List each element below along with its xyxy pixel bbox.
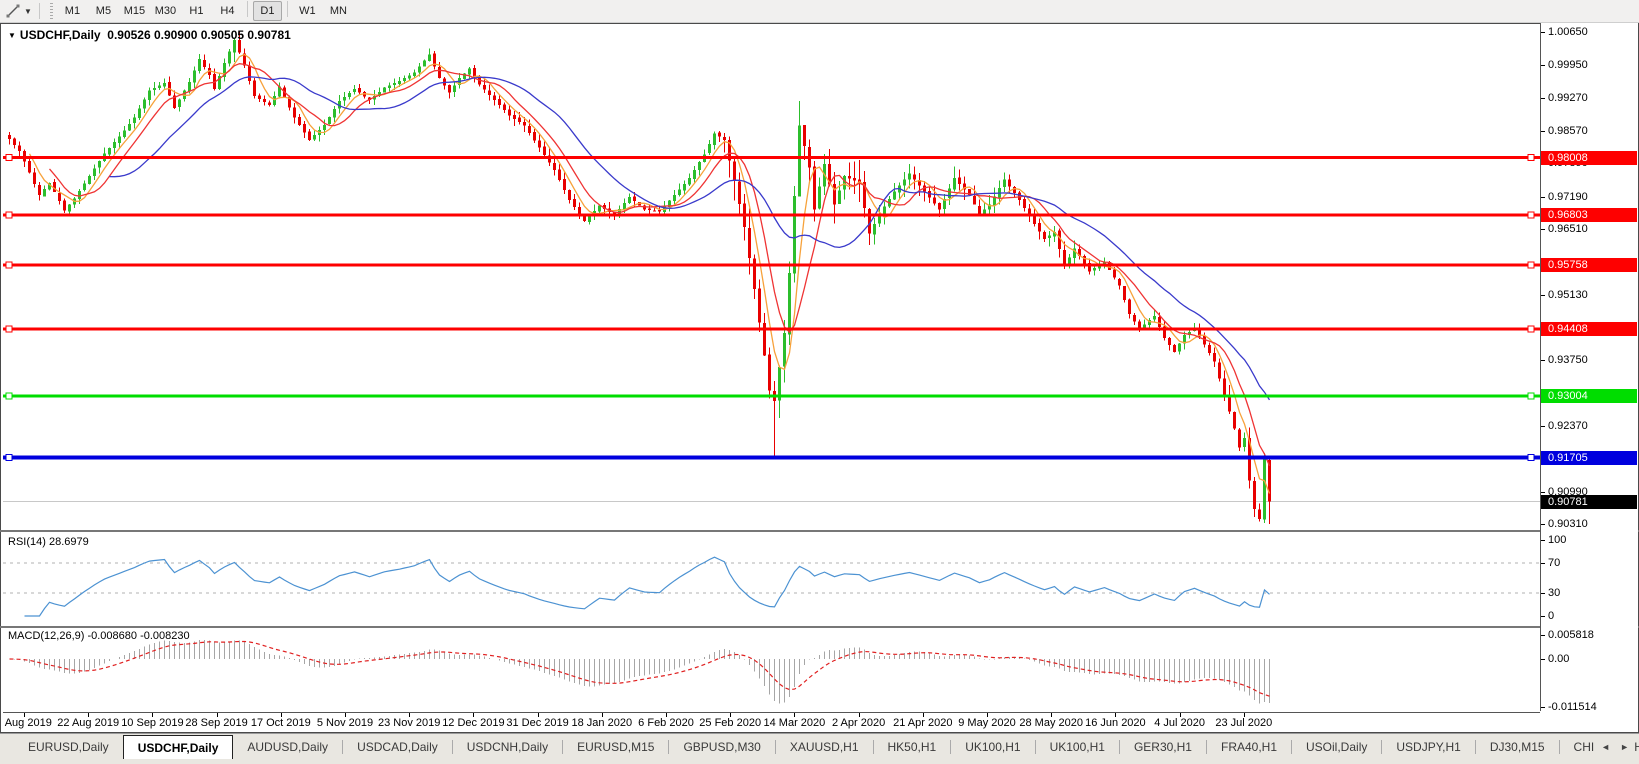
- date-tick-label: 23 Jul 2020: [1199, 717, 1289, 729]
- price-axis[interactable]: 1.006500.999500.992700.985700.978900.971…: [1541, 23, 1638, 711]
- macd-tick-label: -0.011514: [1548, 701, 1597, 713]
- tab-scroll-right-icon[interactable]: ►: [1620, 742, 1629, 752]
- chart-tab-hk50-h1[interactable]: HK50,H1: [874, 736, 951, 758]
- chart-tab-usdcad-daily[interactable]: USDCAD,Daily: [343, 736, 452, 758]
- chart-ohlc-values: 0.90526 0.90900 0.90505 0.90781: [107, 28, 291, 42]
- tool-dropdown-caret-icon[interactable]: ▼: [24, 7, 32, 16]
- chart-tab-dj30-m15[interactable]: DJ30,M15: [1476, 736, 1559, 758]
- hline-price-label: 0.98008: [1541, 151, 1637, 165]
- price-tick-label: 0.99950: [1548, 59, 1588, 71]
- toolbar-separator: [247, 1, 248, 17]
- timeframe-button-MN[interactable]: MN: [324, 1, 353, 21]
- price-tick-label: 0.92370: [1548, 420, 1588, 432]
- axis-tick: [1541, 492, 1545, 493]
- axis-tick: [1541, 131, 1545, 132]
- price-tick-label: 0.97190: [1548, 191, 1588, 203]
- rsi-tick-label: 70: [1548, 557, 1560, 569]
- axis-tick: [1541, 540, 1545, 541]
- macd-tick-label: 0.00: [1548, 653, 1569, 665]
- current-price-label: 0.90781: [1541, 495, 1637, 509]
- price-tick-label: 0.95130: [1548, 289, 1588, 301]
- chart-tab-eurusd-daily[interactable]: EURUSD,Daily: [14, 736, 123, 758]
- rsi-tick-label: 0: [1548, 610, 1554, 622]
- timeframe-button-H4[interactable]: H4: [213, 1, 242, 21]
- axis-tick: [1541, 635, 1545, 636]
- toolbar-drag-handle[interactable]: [50, 3, 53, 19]
- axis-tick: [1541, 360, 1545, 361]
- chart-title-caret-icon[interactable]: ▼: [8, 31, 16, 40]
- timeframe-button-M15[interactable]: M15: [120, 1, 149, 21]
- timeframe-button-M1[interactable]: M1: [58, 1, 87, 21]
- chart-tab-usoil-daily[interactable]: USOil,Daily: [1292, 736, 1381, 758]
- line-style-tool-icon[interactable]: [2, 2, 24, 20]
- chart-tab-uk100-h1[interactable]: UK100,H1: [1036, 736, 1119, 758]
- price-tick-label: 0.90310: [1548, 518, 1588, 530]
- macd-label: MACD(12,26,9) -0.008680 -0.008230: [8, 630, 190, 642]
- hline-price-label: 0.96803: [1541, 208, 1637, 222]
- chart-tab-xauusd-h1[interactable]: XAUUSD,H1: [776, 736, 873, 758]
- timeframe-buttons: M1M5M15M30H1H4 D1 W1MN: [57, 1, 354, 21]
- chart-tab-bar: EURUSD,DailyUSDCHF,DailyAUDUSD,DailyUSDC…: [0, 733, 1639, 764]
- hline-price-label: 0.93004: [1541, 389, 1637, 403]
- tab-scroll-controls: ◄ ►: [1595, 734, 1635, 760]
- axis-tick: [1541, 32, 1545, 33]
- axis-tick: [1541, 229, 1545, 230]
- chart-title: ▼ USDCHF,Daily 0.90526 0.90900 0.90505 0.…: [8, 28, 291, 42]
- price-tick-label: 0.93750: [1548, 354, 1588, 366]
- rsi-label: RSI(14) 28.6979: [8, 536, 89, 548]
- axis-tick: [1541, 426, 1545, 427]
- toolbar-separator: [287, 1, 288, 17]
- timeframe-button-H1[interactable]: H1: [182, 1, 211, 21]
- chart-tab-audusd-daily[interactable]: AUDUSD,Daily: [233, 736, 342, 758]
- axis-tick: [1541, 593, 1545, 594]
- price-tick-label: 1.00650: [1548, 26, 1588, 38]
- hline-price-label: 0.94408: [1541, 322, 1637, 336]
- axis-tick: [1541, 707, 1545, 708]
- axis-tick: [1541, 65, 1545, 66]
- chart-symbol-label: USDCHF,Daily: [20, 28, 101, 42]
- rsi-tick-label: 30: [1548, 587, 1560, 599]
- price-tick-label: 0.96510: [1548, 223, 1588, 235]
- chart-tab-fra40-h1[interactable]: FRA40,H1: [1207, 736, 1291, 758]
- timeframe-button-D1[interactable]: D1: [253, 1, 282, 21]
- date-axis[interactable]: 3 Aug 201922 Aug 201910 Sep 201928 Sep 2…: [3, 712, 1540, 732]
- price-tick-label: 0.99270: [1548, 92, 1588, 104]
- trading-terminal: ▼ M1M5M15M30H1H4 D1 W1MN ▼ USDCHF,Daily 0.9…: [0, 0, 1639, 764]
- chart-tab-uk100-h1[interactable]: UK100,H1: [951, 736, 1034, 758]
- rsi-panel-chart[interactable]: [3, 532, 1540, 626]
- axis-tick: [1541, 295, 1545, 296]
- chart-tab-eurusd-m15[interactable]: EURUSD,M15: [563, 736, 668, 758]
- axis-tick: [1541, 616, 1545, 617]
- chart-tab-gbpusd-m30[interactable]: GBPUSD,M30: [669, 736, 774, 758]
- axis-tick: [1541, 563, 1545, 564]
- axis-tick: [1541, 197, 1545, 198]
- chart-tab-ger30-h1[interactable]: GER30,H1: [1120, 736, 1206, 758]
- timeframe-button-W1[interactable]: W1: [293, 1, 322, 21]
- tab-scroll-left-icon[interactable]: ◄: [1601, 742, 1610, 752]
- chart-tab-usdcnh-daily[interactable]: USDCNH,Daily: [453, 736, 562, 758]
- hline-price-label: 0.91705: [1541, 451, 1637, 465]
- macd-tick-label: 0.005818: [1548, 629, 1594, 641]
- rsi-tick-label: 100: [1548, 534, 1566, 546]
- toolbar-separator: [39, 3, 40, 19]
- hline-price-label: 0.95758: [1541, 258, 1637, 272]
- axis-tick: [1541, 659, 1545, 660]
- tabs-holder: EURUSD,DailyUSDCHF,DailyAUDUSD,DailyUSDC…: [14, 734, 1639, 759]
- price-tick-label: 0.98570: [1548, 125, 1588, 137]
- chart-tab-usdjpy-h1[interactable]: USDJPY,H1: [1382, 736, 1474, 758]
- macd-panel-chart[interactable]: [3, 628, 1540, 711]
- axis-tick: [1541, 524, 1545, 525]
- timeframe-toolbar: ▼ M1M5M15M30H1H4 D1 W1MN: [0, 0, 1639, 23]
- axis-tick: [1541, 98, 1545, 99]
- timeframe-button-M5[interactable]: M5: [89, 1, 118, 21]
- timeframe-button-M30[interactable]: M30: [151, 1, 180, 21]
- price-chart[interactable]: [3, 25, 1540, 530]
- chart-tab-usdchf-daily[interactable]: USDCHF,Daily: [123, 735, 234, 759]
